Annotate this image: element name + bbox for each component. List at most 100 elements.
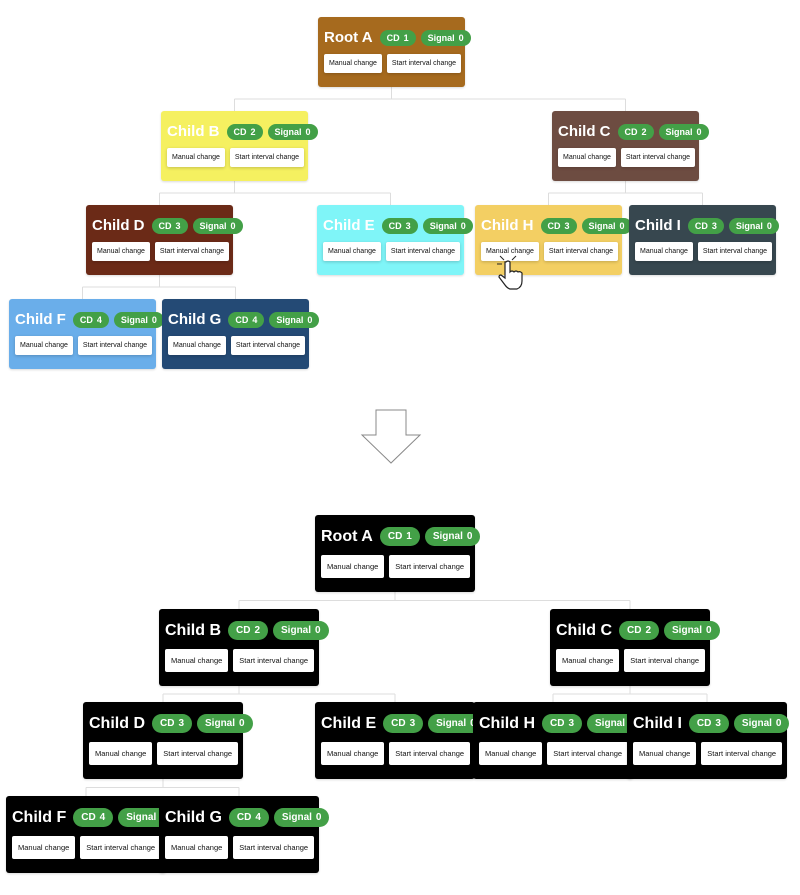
tree-node-after-E: Child E CD3 Signal0 Manual change Start … [315,702,484,779]
tree-node-before-I: Child I CD 3 Signal 0 Manual change Start … [629,205,779,275]
node-actions: Manual change Start interval change [633,742,783,765]
start-interval-change-button[interactable]: Start interval change [389,742,471,765]
manual-change-button[interactable]: Manual change [479,742,543,765]
start-interval-change-button[interactable]: Start interval change [624,649,706,672]
manual-change-button[interactable]: Manual change [324,54,382,73]
cd-label: CD [694,220,708,231]
node-header: Child G CD 4 Signal 0 [168,311,320,328]
signal-label: Signal [205,718,236,729]
node-title: Child D [92,217,145,234]
manual-change-button[interactable]: Manual change [89,742,153,765]
signal-value: 0 [458,32,464,43]
cd-label: CD [158,220,172,231]
manual-change-button[interactable]: Manual change [92,242,150,261]
manual-change-button[interactable]: Manual change [635,242,693,261]
tree-node-before-E: Child E CD 3 Signal 0 Manual change Start … [317,205,473,275]
cd-label: CD [79,314,93,325]
manual-change-button[interactable]: Manual change [168,336,226,355]
cd-value: 3 [178,718,185,729]
tree-node-before-B: Child B CD 2 Signal 0 Manual change Start … [161,111,318,181]
node-actions: Manual change Start interval change [635,242,773,261]
start-interval-change-button[interactable]: Start interval change [77,336,153,355]
node-title: Child B [167,123,220,140]
start-interval-change-button[interactable]: Start interval change [233,836,315,859]
start-interval-change-button[interactable]: Start interval change [230,336,306,355]
cd-badge: CD 3 [542,714,583,733]
cd-value: 2 [641,126,647,137]
manual-change-button[interactable]: Manual change [558,148,616,167]
start-interval-change-button[interactable]: Start interval change [154,242,230,261]
node-title: Child I [635,217,681,234]
cd-badge: CD 3 [152,714,193,733]
start-interval-change-button[interactable]: Start interval change [697,242,773,261]
signal-badge: Signal0 [197,714,253,733]
start-interval-change-button[interactable]: Start interval change [620,148,696,167]
tree-node-before-D: Child D CD 3 Signal 0 Manual change Start … [86,205,243,275]
hand-pointer-icon [497,255,523,290]
signal-label: Signal [199,220,227,231]
signal-value: 0 [315,625,321,636]
manual-change-button[interactable]: Manual change [633,742,697,765]
signal-value: 0 [706,625,712,636]
manual-change-button[interactable]: Manual change [15,336,73,355]
node-actions: Manual change Start interval change [165,649,315,672]
node-header: Child D CD 3 Signal 0 [92,217,243,234]
node-header: Child C CD 2 Signal 0 [558,123,709,140]
cd-value: 2 [254,625,261,636]
node-actions: Manual change Start interval change [558,148,696,167]
node-header: Child B CD 2 Signal 0 [167,123,318,140]
signal-value: 0 [696,126,702,137]
manual-change-button[interactable]: Manual change [167,148,225,167]
start-interval-change-button[interactable]: Start interval change [233,649,315,672]
manual-change-button[interactable]: Manual change [321,555,385,578]
signal-label: Signal [595,718,626,729]
node-header: Child I CD 3 Signal 0 [633,714,790,733]
node-actions: Manual change Start interval change [321,742,471,765]
start-interval-change-button[interactable]: Start interval change [386,54,462,73]
cd-badge: CD 3 [381,217,418,234]
node-header: Child I CD 3 Signal 0 [635,217,779,234]
start-interval-change-button[interactable]: Start interval change [701,742,783,765]
tree-node-before-C: Child C CD 2 Signal 0 Manual change Start … [552,111,709,181]
cd-value: 3 [564,220,570,231]
manual-change-button[interactable]: Manual change [323,242,381,261]
start-interval-change-button[interactable]: Start interval change [543,242,619,261]
start-interval-change-button[interactable]: Start interval change [157,742,239,765]
cd-badge: CD 3 [540,217,577,234]
start-interval-change-button[interactable]: Start interval change [229,148,305,167]
cd-label: CD [233,126,247,137]
manual-change-button[interactable]: Manual change [556,649,620,672]
signal-value: 0 [151,314,157,325]
node-actions: Manual change Start interval change [324,54,462,73]
signal-badge: Signal0 [192,217,243,234]
signal-label: Signal [429,220,457,231]
node-header: Child F CD4 Signal0 [15,311,164,328]
tree-node-after-I: Child I CD 3 Signal 0 Manual change Start … [627,702,790,779]
signal-label: Signal [735,220,763,231]
cd-label: CD [696,718,712,729]
node-title: Child F [15,311,66,328]
manual-change-button[interactable]: Manual change [165,649,229,672]
tree-node-after-H: Child H CD3 Signal0 Manual change Start … [473,702,643,779]
node-header: Child B CD 2 Signal 0 [165,621,329,640]
start-interval-change-button[interactable]: Start interval change [80,836,162,859]
node-header: Child C CD 2 Signal 0 [556,621,720,640]
start-interval-change-button[interactable]: Start interval change [547,742,629,765]
manual-change-button[interactable]: Manual change [321,742,385,765]
signal-badge: Signal0 [273,808,330,827]
cd-badge: CD 1 [379,29,416,46]
start-interval-change-button[interactable]: Start interval change [385,242,461,261]
cd-label: CD [236,625,251,636]
cd-value: 3 [711,220,717,231]
cd-label: CD [627,625,642,636]
arrow-down-icon [360,409,422,464]
signal-value: 0 [315,812,322,823]
signal-value: 0 [619,220,625,231]
signal-badge: Signal0 [273,621,329,640]
start-interval-change-button[interactable]: Start interval change [389,555,471,578]
signal-badge: Signal0 [424,527,481,546]
node-actions: Manual change Start interval change [15,336,153,355]
cd-badge: CD 4 [228,808,269,827]
manual-change-button[interactable]: Manual change [12,836,76,859]
manual-change-button[interactable]: Manual change [165,836,229,859]
